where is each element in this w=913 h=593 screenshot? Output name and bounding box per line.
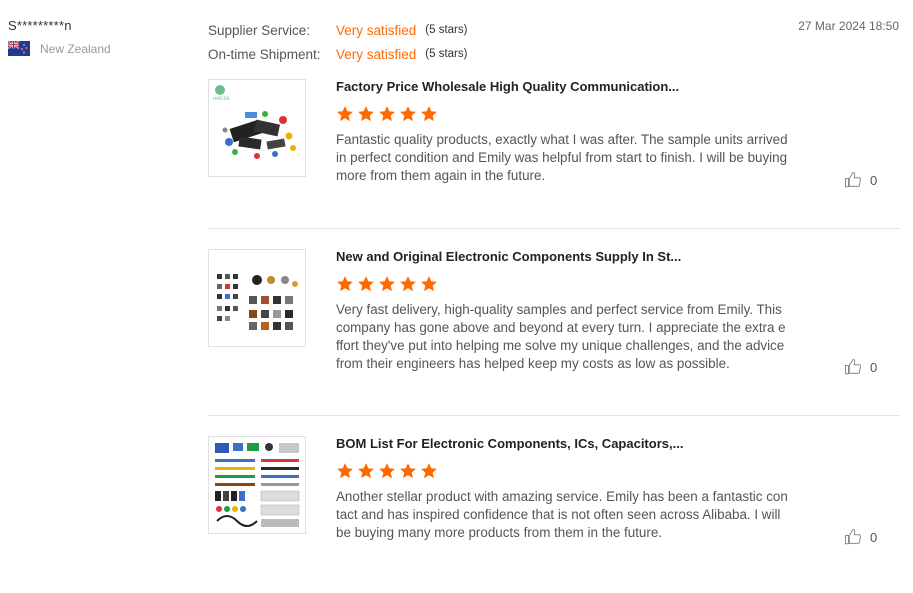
rating-value: Very satisfied	[336, 46, 417, 62]
review-item: HAPCEN Factory Price Wholesale High Qual…	[208, 79, 900, 229]
star-icon	[337, 463, 353, 479]
review-date: 27 Mar 2024 18:50	[798, 19, 899, 33]
like-count: 0	[870, 359, 878, 375]
review-text: Very fast delivery, high-quality samples…	[336, 302, 786, 371]
star-icon	[358, 463, 374, 479]
star-icon	[358, 276, 374, 292]
star-icon	[400, 106, 416, 122]
rating-label: Supplier Service:	[208, 22, 311, 38]
star-rating	[336, 105, 788, 125]
product-thumbnail[interactable]	[208, 249, 306, 347]
star-icon	[379, 463, 395, 479]
reviewer-info: S*********n New Zealand	[8, 18, 111, 56]
product-title-link[interactable]: BOM List For Electronic Components, ICs,…	[336, 436, 788, 451]
star-icon	[379, 276, 395, 292]
star-icon	[400, 276, 416, 292]
thumbs-up-icon	[845, 172, 862, 188]
product-image	[215, 443, 300, 527]
review-text: Fantastic quality products, exactly what…	[336, 132, 788, 183]
like-button[interactable]: 0	[844, 528, 877, 546]
star-icon	[337, 106, 353, 122]
product-thumbnail[interactable]: HAPCEN	[208, 79, 306, 177]
rating-stars-text: (5 stars)	[425, 48, 468, 60]
review-text: Another stellar product with amazing ser…	[336, 489, 788, 540]
star-icon	[379, 106, 395, 122]
rating-row-on-time-shipment: On-time Shipment: Very satisfied (5 star…	[208, 42, 467, 66]
star-icon	[400, 463, 416, 479]
star-icon	[421, 106, 437, 122]
like-count: 0	[870, 172, 878, 188]
new-zealand-flag-icon	[8, 41, 30, 56]
svg-text:HAPCEN: HAPCEN	[213, 96, 229, 101]
supplier-ratings: Supplier Service: Very satisfied (5 star…	[208, 18, 467, 66]
thumbs-up-icon	[845, 529, 862, 545]
rating-value: Very satisfied	[336, 22, 417, 38]
like-count: 0	[870, 529, 878, 545]
rating-label: On-time Shipment:	[208, 46, 321, 62]
review-body: New and Original Electronic Components S…	[336, 249, 788, 373]
reviewer-name: S*********n	[8, 18, 72, 33]
product-thumbnail[interactable]	[208, 436, 306, 534]
rating-row-supplier-service: Supplier Service: Very satisfied (5 star…	[208, 18, 467, 42]
reviewer-country-name: New Zealand	[40, 41, 111, 56]
product-image: HAPCEN	[213, 85, 296, 159]
product-title-link[interactable]: Factory Price Wholesale High Quality Com…	[336, 79, 788, 94]
star-icon	[421, 463, 437, 479]
star-rating	[336, 462, 788, 482]
like-button[interactable]: 0	[844, 171, 877, 189]
star-icon	[358, 106, 374, 122]
review-body: Factory Price Wholesale High Quality Com…	[336, 79, 788, 185]
review-item: New and Original Electronic Components S…	[208, 249, 900, 416]
review-item: BOM List For Electronic Components, ICs,…	[208, 436, 900, 556]
rating-stars-text: (5 stars)	[425, 24, 468, 36]
star-icon	[337, 276, 353, 292]
reviewer-country: New Zealand	[8, 41, 111, 56]
product-image	[217, 274, 298, 330]
thumbs-up-icon	[845, 359, 862, 375]
product-title-link[interactable]: New and Original Electronic Components S…	[336, 249, 788, 264]
review-body: BOM List For Electronic Components, ICs,…	[336, 436, 788, 542]
like-button[interactable]: 0	[844, 358, 877, 376]
star-rating	[336, 275, 788, 295]
star-icon	[421, 276, 437, 292]
